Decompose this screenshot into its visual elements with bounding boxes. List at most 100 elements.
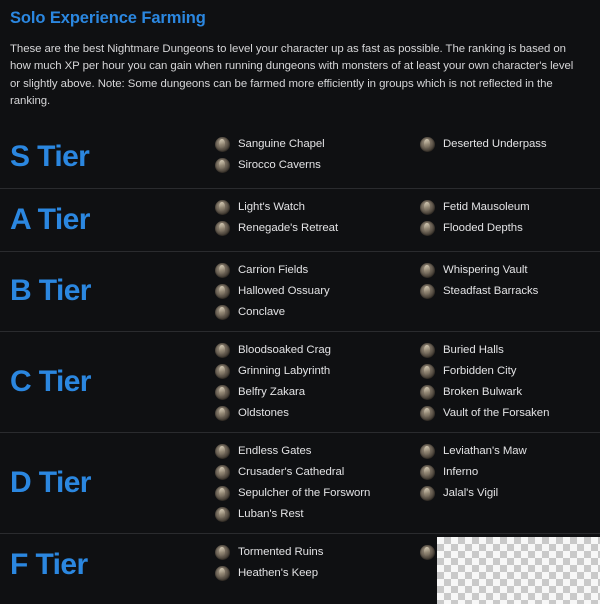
tier-label-cell: F Tier <box>0 545 215 585</box>
dungeon-entry[interactable]: Hallowed Ossuary <box>215 283 420 299</box>
dungeon-icon <box>215 157 230 173</box>
tier-column-2: Deserted Underpass <box>420 136 547 173</box>
dungeon-name: Light's Watch <box>238 200 305 213</box>
dungeon-entry[interactable]: Steadfast Barracks <box>420 283 539 299</box>
dungeon-icon <box>420 262 435 278</box>
dungeon-icon <box>420 485 435 501</box>
tier-row: B Tier Carrion Fields Hallowed Ossuary Conc… <box>0 250 600 331</box>
dungeon-icon <box>420 544 435 560</box>
dungeon-entry[interactable]: Endless Gates <box>215 443 420 459</box>
dungeon-name: Jalal's Vigil <box>443 486 499 499</box>
dungeon-entry[interactable]: Heathen's Keep <box>215 565 420 581</box>
dungeon-name: Heathen's Keep <box>238 566 319 579</box>
tier-column-1: Bloodsoaked Crag Grinning Labyrinth Belfry… <box>215 342 420 421</box>
tier-label: S Tier <box>10 139 90 173</box>
dungeon-entry[interactable]: Carrion Fields <box>215 262 420 278</box>
tier-label-cell: C Tier <box>0 343 215 421</box>
tier-label: B Tier <box>10 274 91 308</box>
dungeon-entry[interactable]: Grinning Labyrinth <box>215 363 420 379</box>
dungeon-name: Sepulcher of the Forsworn <box>238 486 371 499</box>
dungeon-name: Oldstones <box>238 406 289 419</box>
dungeon-entry[interactable]: Light's Watch <box>215 199 420 215</box>
dungeon-icon <box>215 544 230 560</box>
dungeon-icon <box>420 220 435 236</box>
tier-row: S Tier Sanguine Chapel Sirocco Caverns Dese… <box>0 126 600 188</box>
tier-label: F Tier <box>10 547 88 581</box>
dungeon-icon <box>215 199 230 215</box>
dungeon-name: Grinning Labyrinth <box>238 364 331 377</box>
tier-row: A Tier Light's Watch Renegade's Retreat Fet… <box>0 187 600 251</box>
tier-row: D Tier Endless Gates Crusader's Cathedral S… <box>0 431 600 533</box>
tier-column-1: Light's Watch Renegade's Retreat <box>215 199 420 236</box>
dungeon-entry[interactable]: Buried Halls <box>420 342 549 358</box>
page-title: Solo Experience Farming <box>10 9 206 27</box>
tier-label: A Tier <box>10 202 90 236</box>
tier-label-cell: S Tier <box>0 137 215 177</box>
dungeon-entry[interactable]: Luban's Rest <box>215 506 420 522</box>
dungeon-entry[interactable]: Sanguine Chapel <box>215 136 420 152</box>
dungeon-icon <box>420 464 435 480</box>
dungeon-name: Fetid Mausoleum <box>443 200 530 213</box>
dungeon-name: Crusader's Cathedral <box>238 465 345 478</box>
dungeon-icon <box>420 283 435 299</box>
dungeon-entry[interactable]: Vault of the Forsaken <box>420 405 549 421</box>
dungeon-name: Carrion Fields <box>238 263 309 276</box>
dungeon-icon <box>420 363 435 379</box>
dungeon-icon <box>215 384 230 400</box>
dungeon-icon <box>420 199 435 215</box>
dungeon-entry[interactable]: Conclave <box>215 304 420 320</box>
tier-columns: Light's Watch Renegade's Retreat Fetid Mau… <box>215 199 600 236</box>
dungeon-name: Endless Gates <box>238 444 312 457</box>
dungeon-icon <box>215 342 230 358</box>
tier-columns: Tormented Ruins Heathen's Keep <box>215 544 600 581</box>
tier-columns: Carrion Fields Hallowed Ossuary Conclave Wh… <box>215 262 600 320</box>
dungeon-name: Steadfast Barracks <box>443 284 539 297</box>
dungeon-entry[interactable]: Crusader's Cathedral <box>215 464 420 480</box>
tier-column-1: Tormented Ruins Heathen's Keep <box>215 544 420 581</box>
dungeon-icon <box>420 384 435 400</box>
dungeon-entry[interactable]: Jalal's Vigil <box>420 485 527 501</box>
dungeon-entry[interactable] <box>420 544 443 560</box>
dungeon-entry[interactable]: Inferno <box>420 464 527 480</box>
dungeon-entry[interactable]: Deserted Underpass <box>420 136 547 152</box>
dungeon-entry[interactable]: Oldstones <box>215 405 420 421</box>
dungeon-entry[interactable]: Broken Bulwark <box>420 384 549 400</box>
dungeon-name: Leviathan's Maw <box>443 444 527 457</box>
dungeon-entry[interactable]: Sirocco Caverns <box>215 157 420 173</box>
dungeon-entry[interactable]: Leviathan's Maw <box>420 443 527 459</box>
tier-column-1: Carrion Fields Hallowed Ossuary Conclave <box>215 262 420 320</box>
dungeon-entry[interactable]: Fetid Mausoleum <box>420 199 530 215</box>
dungeon-entry[interactable]: Renegade's Retreat <box>215 220 420 236</box>
dungeon-name: Inferno <box>443 465 479 478</box>
dungeon-icon <box>215 485 230 501</box>
dungeon-entry[interactable]: Flooded Depths <box>420 220 530 236</box>
dungeon-entry[interactable]: Bloodsoaked Crag <box>215 342 420 358</box>
dungeon-icon <box>215 405 230 421</box>
dungeon-name: Broken Bulwark <box>443 385 523 398</box>
dungeon-entry[interactable]: Tormented Ruins <box>215 544 420 560</box>
dungeon-entry[interactable]: Forbidden City <box>420 363 549 379</box>
dungeon-name: Forbidden City <box>443 364 517 377</box>
dungeon-name: Sanguine Chapel <box>238 137 325 150</box>
dungeon-name: Deserted Underpass <box>443 137 547 150</box>
dungeon-icon <box>215 304 230 320</box>
tier-label: C Tier <box>10 364 91 398</box>
tier-list-page: Solo Experience Farming These are the be… <box>0 0 600 604</box>
dungeon-entry[interactable]: Whispering Vault <box>420 262 538 278</box>
dungeon-entry[interactable]: Belfry Zakara <box>215 384 420 400</box>
tier-label-cell: A Tier <box>0 200 215 240</box>
tier-column-2: Whispering Vault Steadfast Barracks <box>420 262 539 320</box>
dungeon-icon <box>215 136 230 152</box>
dungeon-name: Conclave <box>238 305 286 318</box>
dungeon-icon <box>215 262 230 278</box>
page-header: Solo Experience Farming These are the be… <box>0 0 600 111</box>
dungeon-name: Flooded Depths <box>443 221 523 234</box>
tier-columns: Sanguine Chapel Sirocco Caverns Deserted U… <box>215 136 600 173</box>
dungeon-name: Hallowed Ossuary <box>238 284 330 297</box>
tier-columns: Endless Gates Crusader's Cathedral Sepulch… <box>215 443 600 522</box>
dungeon-name: Belfry Zakara <box>238 385 306 398</box>
dungeon-icon <box>215 220 230 236</box>
tier-column-1: Endless Gates Crusader's Cathedral Sepulch… <box>215 443 420 522</box>
tier-column-2: Fetid Mausoleum Flooded Depths <box>420 199 530 236</box>
dungeon-entry[interactable]: Sepulcher of the Forsworn <box>215 485 420 501</box>
